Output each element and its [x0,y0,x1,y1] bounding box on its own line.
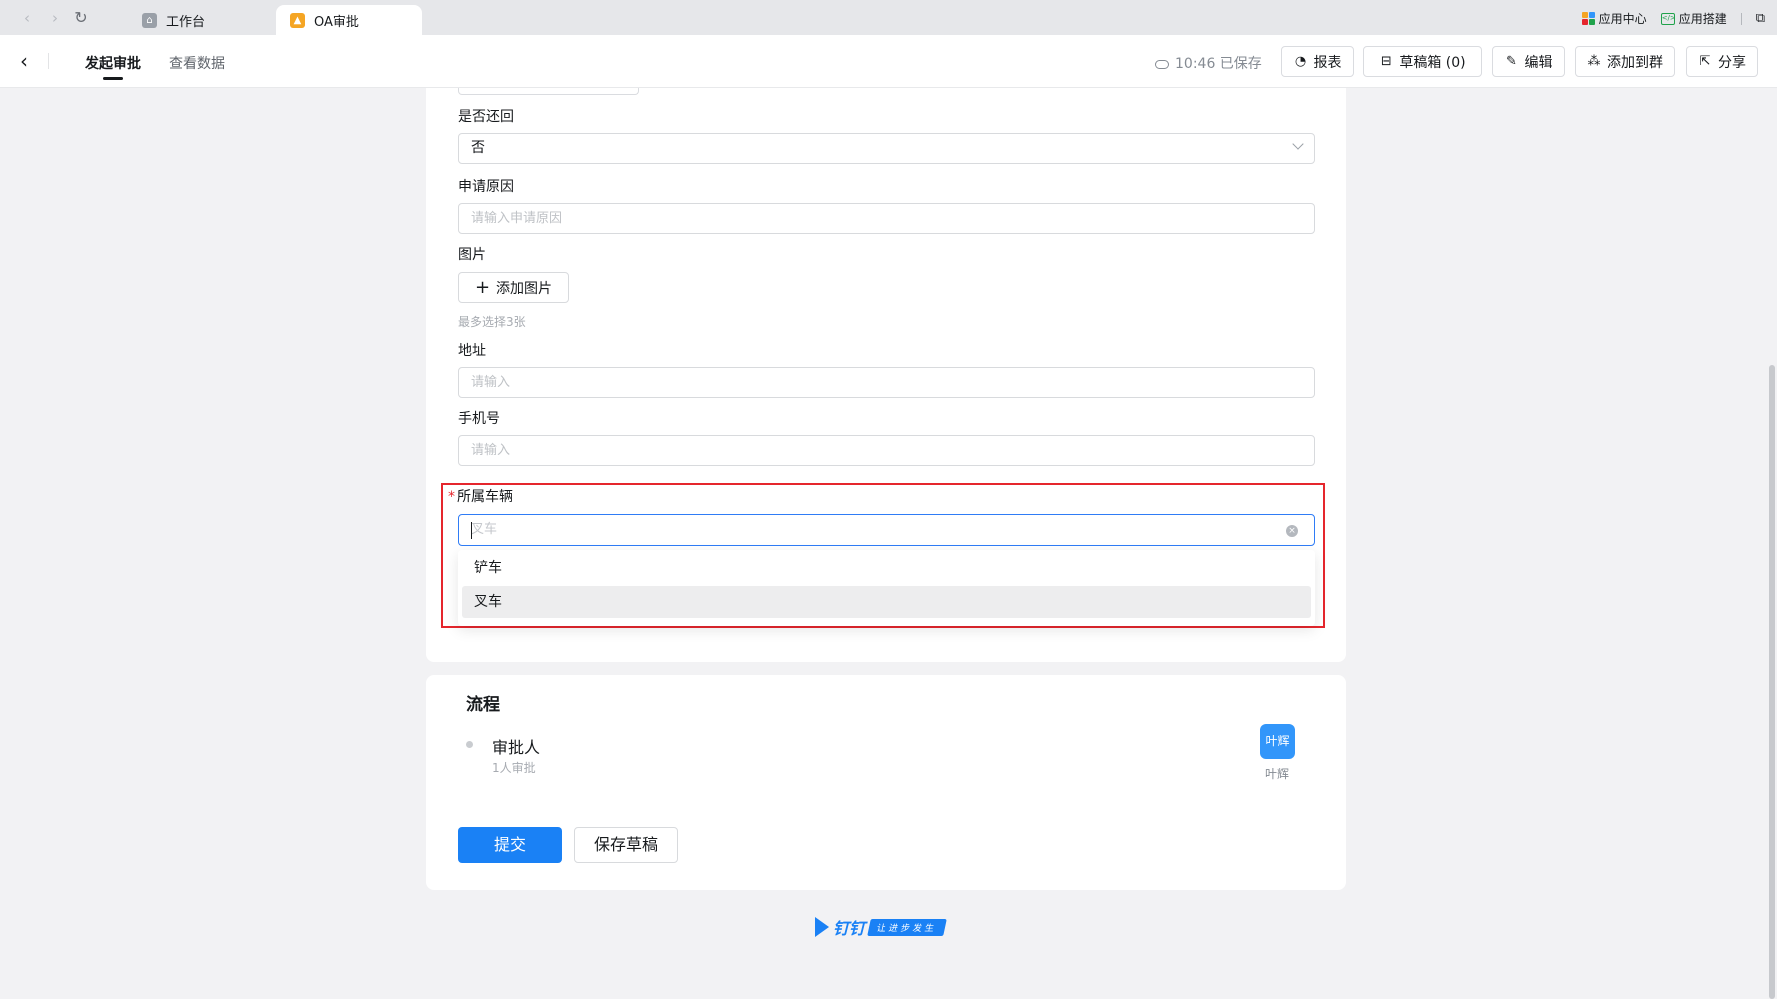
image-hint: 最多选择3张 [458,315,526,329]
browser-forward-icon[interactable]: › [46,9,64,27]
app-build-label: 应用搭建 [1678,12,1727,26]
add-image-label: 添加图片 [496,280,553,297]
group-add-icon: ⁂ [1587,54,1601,69]
active-tab-underline [103,77,123,80]
refresh-icon[interactable]: ↻ [72,9,90,27]
tab-workbench[interactable]: ⌂ 工作台 [128,5,268,35]
app-center-link[interactable]: 应用中心 [1581,10,1647,27]
drafts-label: 草稿箱 (0) [1399,54,1466,71]
app-build-icon: </> [1660,12,1676,25]
tab-start-approval[interactable]: 发起审批 [85,53,141,73]
approval-app-icon: ▲ [290,12,305,28]
avatar[interactable]: 叶辉 [1260,724,1295,759]
chevron-down-icon [1292,138,1304,150]
inbox-icon: ⊟ [1380,54,1392,69]
previous-field-bottom[interactable] [458,88,639,95]
tab-view-data[interactable]: 查看数据 [169,53,225,73]
address-label: 地址 [458,343,486,359]
share-button[interactable]: ⇱ 分享 [1686,46,1758,77]
logo-text: 钉钉 [833,919,866,938]
add-to-group-label: 添加到群 [1607,54,1663,71]
tab-label: 工作台 [166,14,206,30]
tab-oa-approval[interactable]: ▲ OA审批 [276,5,422,35]
edit-button[interactable]: ✎ 编辑 [1492,46,1565,77]
app-build-link[interactable]: </> 应用搭建 [1660,10,1727,27]
vehicle-select[interactable]: 叉车 × [458,514,1315,546]
app-center-label: 应用中心 [1598,12,1647,26]
submit-button[interactable]: 提交 [458,827,562,863]
add-image-button[interactable]: + 添加图片 [458,272,569,303]
logo-slogan: 让进步发生 [867,918,947,936]
save-status-text: 10:46 已保存 [1175,56,1262,72]
save-draft-button[interactable]: 保存草稿 [574,827,678,863]
share-icon: ⇱ [1699,54,1711,69]
open-external-icon[interactable]: ⧉ [1756,11,1765,26]
app-center-icon [1581,12,1595,25]
browser-bar: ‹ › ↻ ⌂ 工作台 ▲ OA审批 应用中心 </> 应用搭建 ⧉ [0,0,1777,35]
divider [48,53,49,69]
phone-input[interactable]: 请输入 [458,435,1315,466]
add-to-group-button[interactable]: ⁂ 添加到群 [1575,46,1675,77]
report-button[interactable]: ◔ 报表 [1281,46,1354,77]
browser-back-icon[interactable]: ‹ [18,9,36,27]
return-value: 否 [471,140,485,156]
clear-icon[interactable]: × [1286,525,1298,537]
timeline-dot [466,741,473,748]
tab-label: OA审批 [314,14,359,30]
reason-input[interactable]: 请输入申请原因 [458,203,1315,234]
plus-icon: + [474,276,491,298]
edit-label: 编辑 [1524,54,1553,71]
return-label: 是否还回 [458,109,514,125]
vehicle-label-text: 所属车辆 [457,489,513,505]
reason-label: 申请原因 [458,179,514,195]
flow-title: 流程 [466,695,500,715]
required-mark: * [448,489,455,505]
dropdown-option[interactable]: 叉车 [462,586,1311,618]
scrollbar[interactable] [1769,365,1775,999]
workbench-icon: ⌂ [142,12,157,28]
vehicle-dropdown: 铲车 叉车 [458,550,1315,626]
phone-label: 手机号 [458,411,500,427]
chart-icon: ◔ [1294,54,1307,69]
share-label: 分享 [1718,54,1746,71]
dropdown-option[interactable]: 铲车 [462,552,1311,584]
dingtalk-bird-icon [815,917,829,937]
pencil-icon: ✎ [1506,54,1517,69]
flow-card [426,675,1346,890]
approver-label: 审批人 [492,738,541,757]
top-right-links: 应用中心 </> 应用搭建 ⧉ [1581,10,1765,27]
save-status: 10:46 已保存 [1155,53,1262,73]
approver-name: 叶辉 [1264,767,1289,781]
vehicle-placeholder: 叉车 [471,522,498,537]
return-select[interactable]: 否 [458,133,1315,164]
drafts-button[interactable]: ⊟ 草稿箱 (0) [1363,46,1482,77]
divider [1740,12,1742,25]
app-header: ‹ 发起审批 查看数据 10:46 已保存 ◔ 报表 ⊟ 草稿箱 (0) ✎ 编… [0,35,1777,88]
dingtalk-logo: 钉钉 让进步发生 [815,915,947,939]
image-label: 图片 [458,247,486,263]
vehicle-label: * 所属车辆 [448,486,513,506]
report-label: 报表 [1313,54,1342,71]
text-caret [471,522,472,539]
address-input[interactable]: 请输入 [458,367,1315,398]
back-arrow-icon[interactable]: ‹ [20,50,28,72]
cloud-icon [1155,59,1169,69]
approver-count: 1人审批 [492,761,536,775]
